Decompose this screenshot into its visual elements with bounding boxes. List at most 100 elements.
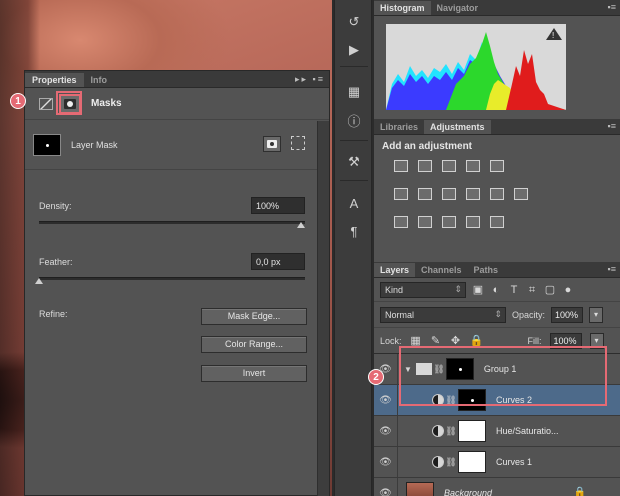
info-icon[interactable]: ⓘ: [346, 114, 362, 130]
layer-mask-thumbnail[interactable]: [458, 420, 486, 442]
link-icon: ⛓: [445, 456, 457, 467]
filter-shape-icon[interactable]: ⌗: [526, 284, 538, 296]
layer-row[interactable]: 👁 ⛓ Hue/Saturatio...: [374, 416, 620, 447]
vertical-toolbar: ↺ ▶ ▦ ⓘ ⚒ A ¶: [334, 0, 372, 496]
histogram-graph: !: [386, 24, 566, 110]
history-icon[interactable]: ↺: [346, 14, 362, 30]
layer-name[interactable]: Curves 1: [496, 457, 532, 467]
layers-tab-bar: Layers Channels Paths ▪≡: [374, 262, 620, 278]
filter-smart-object-icon[interactable]: ▢: [544, 284, 556, 296]
filter-pixel-icon[interactable]: ▣: [472, 284, 484, 296]
curves-properties-icon[interactable]: [39, 97, 53, 110]
exposure-icon[interactable]: [466, 160, 480, 172]
add-vector-mask-icon[interactable]: [291, 136, 305, 150]
lock-label: Lock:: [380, 335, 402, 346]
tab-paths[interactable]: Paths: [468, 263, 505, 277]
density-slider[interactable]: [39, 221, 305, 228]
tab-properties[interactable]: Properties: [25, 73, 84, 87]
mask-edge-button[interactable]: Mask Edge...: [201, 308, 307, 325]
panel-menu-icon[interactable]: ▪≡: [608, 264, 616, 274]
opacity-dropdown-icon[interactable]: ▾: [589, 306, 604, 323]
adjustment-layer-icon: [432, 425, 444, 437]
vibrance-icon[interactable]: [490, 160, 504, 172]
properties-scrollbar[interactable]: [317, 121, 329, 496]
clone-source-icon[interactable]: ⚒: [346, 154, 362, 170]
density-label: Density:: [39, 201, 72, 211]
feather-slider-knob[interactable]: [35, 278, 43, 284]
layer-name[interactable]: Background: [444, 488, 492, 496]
lock-all-icon[interactable]: 🔒: [470, 335, 484, 347]
filter-type-icon[interactable]: T: [508, 284, 520, 296]
feather-slider[interactable]: [35, 277, 305, 284]
panel-menu-icon[interactable]: ▪≡: [608, 2, 616, 12]
annotation-badge-2: 2: [368, 369, 384, 385]
tab-info[interactable]: Info: [84, 73, 115, 87]
tab-channels[interactable]: Channels: [415, 263, 468, 277]
invert-adj-icon[interactable]: [394, 216, 408, 228]
feather-label: Feather:: [39, 257, 73, 267]
fill-label: Fill:: [527, 335, 542, 346]
background-thumbnail[interactable]: [406, 482, 434, 496]
tab-navigator[interactable]: Navigator: [431, 1, 485, 15]
visibility-eye-icon[interactable]: 👁: [374, 478, 398, 496]
properties-icon[interactable]: ▦: [346, 84, 362, 100]
invert-button[interactable]: Invert: [201, 365, 307, 382]
adjustments-tab-bar: Libraries Adjustments ▪≡: [374, 119, 620, 135]
actions-play-icon[interactable]: ▶: [346, 42, 362, 58]
highlight-box-group: [399, 346, 607, 406]
visibility-eye-icon[interactable]: 👁: [374, 385, 398, 415]
layer-filter-row: Kind ▣ ◐ T ⌗ ▢ ●: [374, 278, 620, 302]
visibility-eye-icon[interactable]: 👁: [374, 447, 398, 477]
layer-mask-label: Layer Mask: [71, 139, 118, 150]
tab-layers[interactable]: Layers: [374, 263, 416, 277]
photo-filter-icon[interactable]: [466, 188, 480, 200]
curves-icon[interactable]: [442, 160, 456, 172]
selective-color-icon[interactable]: [466, 216, 480, 228]
color-range-button[interactable]: Color Range...: [201, 336, 307, 353]
select-layer-mask-icon[interactable]: [263, 136, 281, 152]
kind-filter-select[interactable]: Kind: [380, 281, 466, 298]
properties-panel: Properties Info ▸▸ ▪≡ Masks Layer Mask D…: [24, 70, 330, 496]
lock-transparent-icon[interactable]: ▦: [410, 335, 422, 347]
lock-position-icon[interactable]: ✥: [450, 335, 462, 347]
threshold-icon[interactable]: [442, 216, 456, 228]
adjustment-icon-grid: [374, 154, 620, 254]
hue-saturation-icon[interactable]: [394, 188, 408, 200]
lock-icon: 🔒: [573, 487, 586, 496]
channel-mixer-icon[interactable]: [490, 188, 504, 200]
layer-mask-thumbnail[interactable]: [458, 451, 486, 473]
adjustment-layer-icon: [432, 456, 444, 468]
gradient-map-icon[interactable]: [490, 216, 504, 228]
histogram-warning-icon[interactable]: !: [552, 31, 554, 40]
tab-libraries[interactable]: Libraries: [374, 120, 424, 134]
panel-menu-icon[interactable]: ▸▸ ▪≡: [295, 74, 325, 85]
density-slider-knob[interactable]: [297, 222, 305, 228]
paragraph-icon[interactable]: ¶: [346, 224, 362, 240]
highlight-box-masks: [56, 91, 82, 115]
tab-adjustments[interactable]: Adjustments: [424, 120, 491, 134]
blend-mode-select[interactable]: Normal: [380, 306, 506, 323]
layer-name[interactable]: Hue/Saturatio...: [496, 426, 559, 436]
levels-icon[interactable]: [418, 160, 432, 172]
visibility-eye-icon[interactable]: 👁: [374, 416, 398, 446]
density-input[interactable]: 100%: [251, 197, 305, 214]
opacity-input[interactable]: 100%: [551, 306, 584, 323]
color-balance-icon[interactable]: [418, 188, 432, 200]
posterize-icon[interactable]: [418, 216, 432, 228]
layer-mask-thumbnail: [33, 133, 61, 156]
brightness-contrast-icon[interactable]: [394, 160, 408, 172]
black-white-icon[interactable]: [442, 188, 456, 200]
color-lookup-icon[interactable]: [514, 188, 528, 200]
feather-input[interactable]: 0,0 px: [251, 253, 305, 270]
layer-row[interactable]: 👁 Background 🔒: [374, 478, 620, 496]
panel-menu-icon[interactable]: ▪≡: [608, 121, 616, 131]
filter-toggle-icon[interactable]: ●: [562, 284, 574, 296]
lock-image-icon[interactable]: ✎: [430, 335, 442, 347]
add-adjustment-title: Add an adjustment: [382, 141, 473, 152]
filter-adjustment-icon[interactable]: ◐: [490, 284, 502, 296]
layer-row[interactable]: 👁 ⛓ Curves 1: [374, 447, 620, 478]
tab-histogram[interactable]: Histogram: [374, 1, 431, 15]
histogram-tab-bar: Histogram Navigator ▪≡: [374, 0, 620, 16]
right-panel-column: Histogram Navigator ▪≡ ! Libraries Adjus…: [374, 0, 620, 496]
character-icon[interactable]: A: [346, 196, 362, 212]
